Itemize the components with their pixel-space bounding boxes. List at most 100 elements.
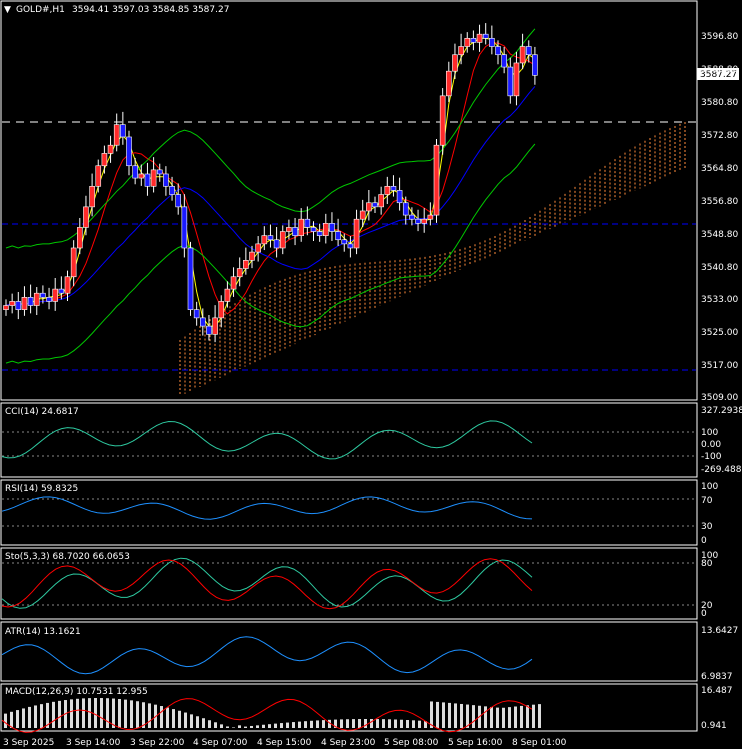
candle-body [304, 218, 311, 228]
price-tick: 3564.80 [701, 164, 738, 174]
candle-body [236, 268, 243, 278]
candle-body [206, 325, 212, 335]
chart-title-icon[interactable]: ▼ [4, 5, 11, 15]
macd-histogram-bar [460, 703, 463, 728]
price-tick: 3572.80 [701, 131, 738, 141]
cci-axis: 327.2938 100 0.00 -100 -269.4882 [701, 406, 742, 475]
macd-histogram-bar [376, 719, 379, 728]
macd-histogram-bar [508, 707, 511, 728]
time-tick: 3 Sep 14:00 [66, 738, 121, 748]
price-tick: 3596.80 [701, 32, 738, 42]
macd-histogram-bar [538, 704, 541, 728]
candle-body [445, 70, 452, 97]
candle-body [126, 136, 132, 167]
macd-histogram-bar [370, 719, 373, 728]
macd-histogram-bar [214, 722, 217, 728]
rsi-axis: 100 70 30 0 [701, 482, 718, 546]
candle-body [15, 301, 22, 310]
macd-histogram-bar [82, 698, 85, 728]
candle-body [230, 276, 237, 290]
candle-body [120, 124, 126, 138]
macd-histogram-bar [526, 705, 529, 728]
macd-histogram-bar [448, 702, 451, 728]
macd-histogram-bar [244, 726, 247, 728]
macd-histogram-bar [298, 721, 301, 728]
ichimoku-cloud [179, 122, 686, 396]
atr-line [1, 636, 533, 675]
panel-frame [0, 402, 698, 478]
macd-histogram-bar [496, 707, 499, 728]
cci-tick: -100 [701, 452, 722, 462]
candle-body [249, 251, 255, 261]
rsi-tick: 0 [701, 536, 707, 546]
candle-body [525, 46, 532, 56]
rsi-tick: 70 [701, 496, 713, 506]
candle-body [77, 227, 83, 249]
candle-body [452, 54, 458, 72]
cci-tick: 327.2938 [701, 406, 742, 416]
candle-body [421, 218, 428, 224]
candle-body [187, 247, 194, 310]
candle-body [218, 301, 225, 319]
macd-histogram-bar [472, 705, 475, 728]
candle-body [175, 194, 181, 208]
time-tick: 4 Sep 07:00 [193, 738, 248, 748]
macd-histogram-bar [358, 719, 361, 728]
candle-body [267, 235, 274, 241]
macd-histogram-bar [364, 719, 367, 728]
candle-body [402, 202, 409, 216]
trading-chart[interactable]: ▼ GOLD#,H1 3594.41 3597.03 3584.85 3587.… [0, 0, 742, 749]
macd-histogram-bar [124, 699, 127, 728]
candle-body [329, 223, 335, 232]
macd-histogram-bar [40, 704, 43, 728]
candle-body [353, 218, 360, 249]
macd-histogram-bar [232, 727, 235, 728]
macd-histogram-bar [484, 706, 487, 728]
macd-histogram-bar [10, 711, 13, 728]
sto-signal-line [1, 558, 533, 610]
macd-histogram-bar [28, 706, 31, 728]
symbol-timeframe: GOLD#,H1 [16, 5, 65, 15]
sto-tick: 0 [701, 609, 707, 619]
indicator-lines [5, 28, 536, 364]
price-tick: 3540.80 [701, 263, 738, 273]
price-tick: 3517.00 [701, 361, 738, 371]
atr-label: ATR(14) 13.1621 [5, 627, 81, 637]
macd-histogram-bar [490, 706, 493, 728]
candle-body [476, 33, 483, 43]
macd-histogram-bar [4, 713, 7, 728]
candle-body [433, 144, 440, 216]
candle-body [507, 66, 514, 97]
candle-body [366, 202, 372, 212]
ma-slow-line [5, 86, 536, 307]
macd-histogram-bar [112, 698, 115, 728]
candle-body [439, 95, 446, 146]
cci-line [1, 420, 533, 460]
sto-tick: 80 [701, 559, 713, 569]
macd-histogram-bar [388, 719, 391, 728]
cci-tick: 0.00 [701, 440, 721, 450]
candle-body [464, 37, 471, 47]
macd-histogram-bar [136, 701, 139, 728]
panel-frame [0, 621, 698, 682]
macd-histogram-bar [400, 719, 403, 728]
macd-histogram-bar [340, 719, 343, 728]
macd-histogram-bar [190, 714, 193, 728]
ma-mid-line [5, 42, 536, 315]
candle-body [286, 227, 292, 232]
macd-histogram-bar [316, 720, 319, 728]
cci-label: CCI(14) 24.6817 [5, 407, 79, 417]
candle-body [378, 194, 384, 208]
macd-histogram-bar [322, 720, 325, 728]
price-tick: 3509.00 [701, 393, 738, 403]
candle-body [193, 309, 200, 319]
candle-body [52, 288, 59, 302]
macd-histogram-bar [184, 712, 187, 728]
macd-histogram-bar [442, 702, 445, 728]
candle-body [279, 231, 286, 249]
macd-histogram-bar [100, 698, 103, 728]
macd-histogram-bar [172, 709, 175, 728]
candle-body [163, 173, 169, 187]
candle-body [495, 46, 501, 56]
candle-body [46, 297, 52, 302]
